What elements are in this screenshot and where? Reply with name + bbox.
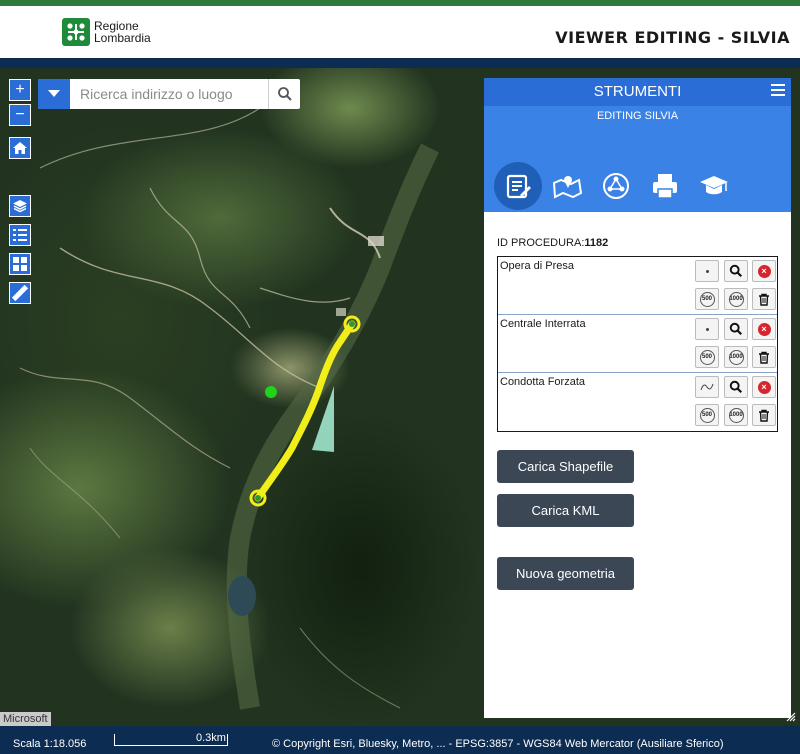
buffer-500-button[interactable]: 500 (695, 346, 719, 368)
trash-icon (759, 293, 769, 306)
buffer-1000-button[interactable]: 1000 (724, 346, 748, 368)
id-procedura: ID PROCEDURA:1182 (497, 237, 608, 249)
close-icon: × (757, 380, 771, 394)
legend-button[interactable] (9, 224, 31, 246)
status-bar: Scala 1:18.056 0.3km © Copyright Esri, B… (0, 726, 800, 754)
search-button[interactable] (268, 79, 300, 109)
zoom-out-button[interactable]: − (9, 104, 31, 126)
item-label: Centrale Interrata (500, 318, 586, 330)
remove-button[interactable]: × (752, 376, 776, 398)
layers-button[interactable] (9, 195, 31, 217)
app-header: Regione Lombardia VIEWER EDITING - SILVI… (0, 6, 800, 58)
brand-line2: Lombardia (94, 31, 151, 45)
id-value: 1182 (584, 237, 609, 249)
regione-lombardia-logo[interactable]: Regione Lombardia (62, 18, 151, 46)
buffer-500-button[interactable]: 500 (695, 288, 719, 310)
tool-guide[interactable] (690, 162, 738, 210)
panel-title: STRUMENTI (593, 83, 682, 100)
buffer-1000-icon: 1000 (728, 407, 744, 423)
buffer-1000-button[interactable]: 1000 (724, 288, 748, 310)
panel-toolbar: EDITING SILVIA (484, 106, 791, 212)
legend-list-icon (13, 229, 27, 241)
search-input[interactable] (70, 79, 268, 109)
new-geometry-button[interactable]: Nuova geometria (497, 557, 634, 590)
hamburger-menu-icon[interactable] (771, 84, 785, 98)
zoom-to-button[interactable] (724, 318, 748, 340)
remove-button[interactable]: × (752, 318, 776, 340)
delete-button[interactable] (752, 288, 776, 310)
buffer-500-button[interactable]: 500 (695, 404, 719, 426)
id-label: ID PROCEDURA: (497, 237, 585, 249)
network-icon (603, 173, 629, 199)
buffer-1000-icon: 1000 (728, 291, 744, 307)
load-shapefile-button[interactable]: Carica Shapefile (497, 450, 634, 483)
zoom-in-button[interactable]: + (9, 79, 31, 101)
edit-form-icon (506, 174, 531, 199)
measure-button[interactable] (9, 282, 31, 304)
basemap-button[interactable] (9, 253, 31, 275)
feature-list: Opera di Presa × 500 1000 Centrale Inter… (497, 256, 778, 432)
graduation-cap-icon (700, 176, 728, 195)
item-label: Condotta Forzata (500, 376, 585, 388)
tool-icons-row (494, 162, 739, 210)
search-box (38, 79, 300, 109)
home-icon (13, 142, 27, 154)
layers-icon (13, 200, 27, 213)
buffer-1000-button[interactable]: 1000 (724, 404, 748, 426)
load-kml-button[interactable]: Carica KML (497, 494, 634, 527)
tool-editing[interactable] (494, 162, 542, 210)
search-icon (729, 322, 743, 336)
search-dropdown-button[interactable] (38, 79, 70, 109)
tool-network[interactable] (592, 162, 640, 210)
point-icon (705, 269, 709, 273)
search-icon (277, 87, 292, 101)
header-bottom-band (0, 58, 800, 68)
close-icon: × (757, 322, 771, 336)
buffer-1000-icon: 1000 (728, 349, 744, 365)
point-icon (705, 327, 709, 331)
tools-panel: STRUMENTI EDITING SILVIA ID PROCEDURA:11… (484, 78, 791, 718)
trash-icon (759, 351, 769, 364)
search-icon (729, 380, 743, 394)
scale-bar-label: 0.3km (196, 732, 226, 744)
panel-header: STRUMENTI (484, 78, 791, 106)
tool-print[interactable] (641, 162, 689, 210)
list-item: Centrale Interrata × 500 1000 (498, 315, 777, 373)
projection-info: © Copyright Esri, Bluesky, Metro, ... - … (272, 738, 724, 750)
brand-text: Regione Lombardia (94, 20, 151, 44)
list-item: Opera di Presa × 500 1000 (498, 257, 777, 315)
delete-button[interactable] (752, 404, 776, 426)
draw-point-button[interactable] (695, 318, 719, 340)
rose-camuna-icon (62, 18, 90, 46)
map-attribution: Microsoft (0, 712, 51, 726)
close-icon: × (757, 264, 771, 278)
caret-down-icon (48, 90, 60, 97)
remove-button[interactable]: × (752, 260, 776, 282)
zoom-to-button[interactable] (724, 260, 748, 282)
delete-button[interactable] (752, 346, 776, 368)
zoom-to-button[interactable] (724, 376, 748, 398)
line-icon (700, 383, 714, 391)
scale-text: Scala 1:18.056 (13, 738, 87, 750)
search-icon (729, 264, 743, 278)
buffer-500-icon: 500 (699, 349, 715, 365)
ruler-icon (12, 285, 28, 301)
buffer-500-icon: 500 (699, 407, 715, 423)
draw-point-button[interactable] (695, 260, 719, 282)
tool-map-location[interactable] (543, 162, 591, 210)
printer-icon (653, 174, 677, 199)
point-marker (265, 386, 277, 398)
item-label: Opera di Presa (500, 260, 574, 272)
buffer-500-icon: 500 (699, 291, 715, 307)
panel-subtitle: EDITING SILVIA (596, 110, 679, 122)
grid-icon (13, 257, 27, 271)
draw-line-button[interactable] (695, 376, 719, 398)
map-pin-icon (552, 176, 583, 199)
home-button[interactable] (9, 137, 31, 159)
list-item: Condotta Forzata × 500 1000 (498, 373, 777, 431)
trash-icon (759, 409, 769, 422)
app-title: VIEWER EDITING - SILVIA (555, 28, 790, 47)
